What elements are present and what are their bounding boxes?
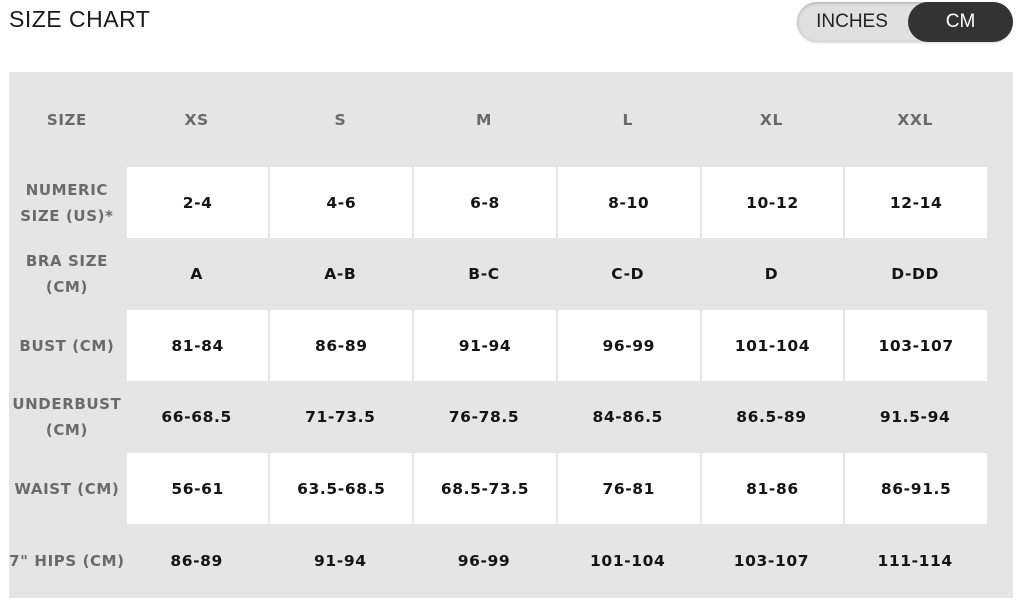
- table-cell: A-B: [324, 265, 357, 283]
- column-header-size: XS: [184, 110, 209, 129]
- column-header-size: S: [334, 110, 347, 129]
- table-cell: 81-84: [124, 310, 269, 381]
- table-row-waist: WAIST (CM) 56-61 63.5-68.5 68.5-73.5 76-…: [9, 453, 987, 524]
- table-cell: 4-6: [268, 167, 413, 238]
- table-cell: 56-61: [124, 453, 269, 524]
- table-cell: 91-94: [412, 310, 556, 381]
- table-cell: 96-99: [555, 310, 700, 381]
- table-cell: 101-104: [699, 310, 844, 381]
- column-header-size: XXL: [897, 110, 933, 129]
- row-label: WAIST (CM): [9, 453, 125, 524]
- page-title: SIZE CHART: [9, 6, 151, 32]
- table-cell: 96-99: [457, 552, 511, 570]
- table-row-underbust: UNDERBUST (CM) 66-68.5 71-73.5 76-78.5 8…: [9, 381, 987, 453]
- table-row-bra-size: BRA SIZE (CM) A A-B B-C C-D D D-DD: [9, 238, 987, 310]
- table-cell: D: [764, 265, 779, 283]
- table-cell: 10-12: [699, 167, 844, 238]
- table-cell: 84-86.5: [592, 408, 663, 426]
- table-cell: 66-68.5: [161, 408, 232, 426]
- row-label: 7" HIPS (CM): [9, 552, 125, 570]
- unit-option-cm[interactable]: CM: [908, 2, 1013, 42]
- table-cell: 111-114: [877, 552, 953, 570]
- table-cell: C-D: [611, 265, 645, 283]
- header-label-size: SIZE: [46, 110, 87, 129]
- unit-option-inches[interactable]: INCHES: [797, 2, 907, 42]
- table-cell: 81-86: [699, 453, 844, 524]
- table-row-numeric-size: NUMERIC SIZE (US)* 2-4 4-6 6-8 8-10 10-1…: [9, 167, 987, 238]
- table-cell: 101-104: [590, 552, 666, 570]
- column-header-size: XL: [759, 110, 783, 129]
- table-cell: 71-73.5: [305, 408, 376, 426]
- table-cell: 103-107: [733, 552, 810, 570]
- table-cell: 103-107: [843, 310, 987, 381]
- table-cell: 76-78.5: [448, 408, 520, 426]
- table-cell: D-DD: [891, 265, 939, 283]
- table-cell: 86-91.5: [843, 453, 987, 524]
- table-header-row: SIZE XS S M L XL XXL: [9, 72, 987, 167]
- table-cell: 86.5-89: [736, 408, 807, 426]
- column-header-size: L: [622, 110, 633, 129]
- table-row-hips: 7" HIPS (CM) 86-89 91-94 96-99 101-104 1…: [9, 524, 987, 598]
- table-cell: 86-89: [170, 552, 223, 570]
- column-header-size: M: [476, 110, 493, 129]
- table-cell: A: [190, 265, 203, 283]
- table-cell: B-C: [468, 265, 500, 283]
- table-cell: 68.5-73.5: [412, 453, 556, 524]
- table-cell: 2-4: [124, 167, 269, 238]
- row-label: NUMERIC SIZE (US)*: [9, 167, 125, 238]
- row-label: BUST (CM): [9, 310, 125, 381]
- table-cell: 91.5-94: [879, 408, 951, 426]
- table-cell: 8-10: [555, 167, 700, 238]
- table-row-bust: BUST (CM) 81-84 86-89 91-94 96-99 101-10…: [9, 310, 987, 381]
- table-cell: 86-89: [268, 310, 413, 381]
- table-cell: 63.5-68.5: [268, 453, 413, 524]
- unit-toggle[interactable]: INCHES CM: [797, 2, 1013, 42]
- row-label: BRA SIZE (CM): [25, 252, 108, 296]
- row-label: UNDERBUST (CM): [12, 395, 122, 439]
- table-cell: 6-8: [412, 167, 556, 238]
- size-chart-table: SIZE XS S M L XL XXL NUMERIC SIZE (US)* …: [9, 72, 1013, 598]
- table-cell: 91-94: [314, 552, 367, 570]
- table-cell: 12-14: [843, 167, 987, 238]
- table-cell: 76-81: [555, 453, 700, 524]
